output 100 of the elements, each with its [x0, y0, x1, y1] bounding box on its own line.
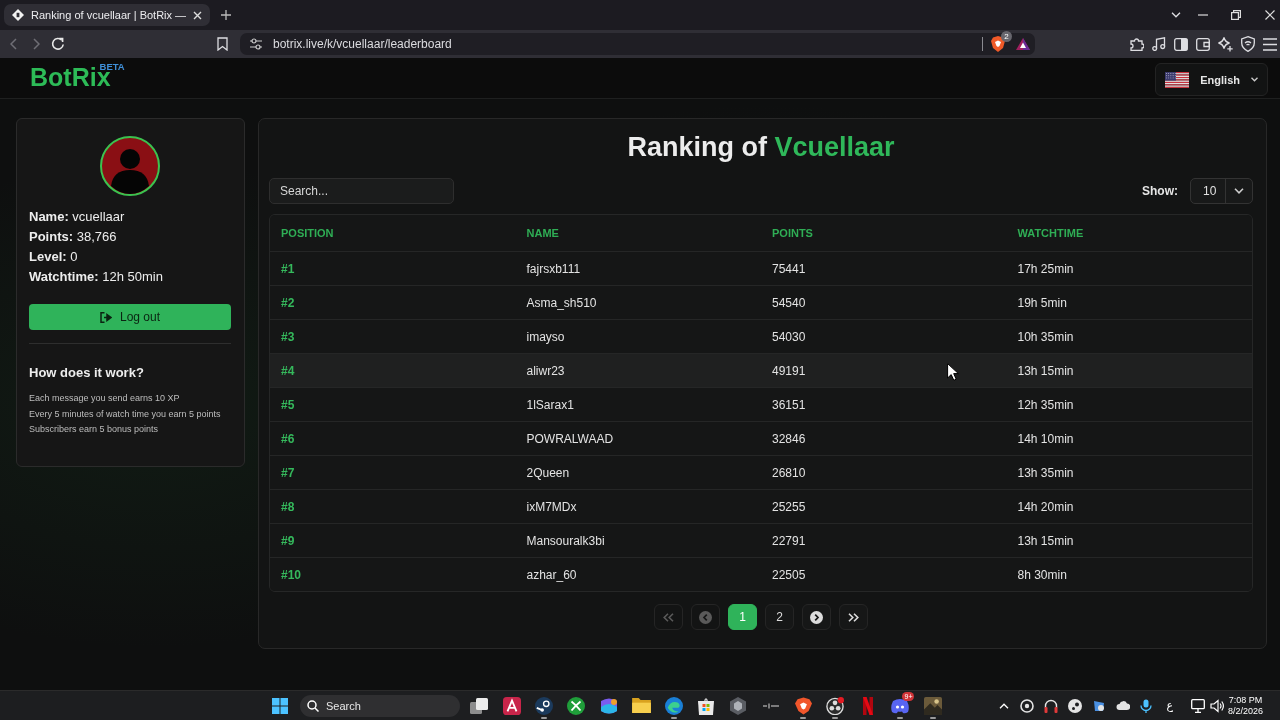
- page-title: Ranking of Vcuellaar: [626, 132, 896, 162]
- rows-per-page-select[interactable]: 10: [1190, 178, 1253, 204]
- chevron-down-icon[interactable]: [1171, 12, 1181, 18]
- app-icon: [890, 697, 911, 714]
- rank-cell-text: #2: [280, 294, 295, 311]
- app-icon: [923, 696, 942, 715]
- address-field[interactable]: botrix.live/k/vcuellaar/leaderboard 2: [240, 33, 1035, 55]
- circle-chevron-left-icon: [699, 610, 712, 624]
- table-cell-text: POWRALWAAD: [525, 430, 614, 447]
- help-text: Each message you send earns 10 XP: [29, 392, 181, 405]
- search-field[interactable]: Search...: [269, 178, 454, 204]
- table-cell-text: 22791: [771, 532, 806, 549]
- clock-time[interactable]: 7:08 PM: [1228, 694, 1263, 706]
- new-tab-icon[interactable]: [221, 10, 232, 20]
- forward-icon[interactable]: [33, 38, 40, 50]
- table-cell-text: 13h 15min: [1016, 532, 1074, 549]
- rank-cell-text: #4: [280, 362, 295, 379]
- table-cell-text: 14h 10min: [1016, 430, 1074, 447]
- table-cell-text: 75441: [771, 260, 806, 277]
- app-icon[interactable]: [1068, 698, 1083, 713]
- sidebar-icon[interactable]: [1174, 37, 1188, 51]
- profile-detail: Level: 0: [29, 248, 79, 266]
- table-cell-text: azhar_60: [525, 566, 577, 583]
- clock-date[interactable]: 8/2/2026: [1227, 705, 1263, 717]
- task-view-icon: [470, 697, 489, 714]
- help-heading: How does it work?: [29, 364, 145, 382]
- double-chevron-right-icon: [848, 612, 859, 622]
- circle-chevron-right-icon: [810, 610, 823, 624]
- app-icon: [826, 696, 845, 715]
- cloud-icon[interactable]: [1116, 701, 1131, 710]
- page-button[interactable]: 2: [765, 604, 794, 630]
- sliders-icon[interactable]: [250, 38, 262, 50]
- column-header[interactable]: POSITION: [270, 225, 334, 241]
- wallet-icon[interactable]: [1196, 37, 1210, 51]
- speaker-icon[interactable]: [1209, 698, 1225, 713]
- restore-icon[interactable]: [1231, 10, 1241, 20]
- start-icon[interactable]: [272, 697, 288, 714]
- triangle-icon[interactable]: [1016, 38, 1030, 50]
- search-field[interactable]: Search: [300, 694, 460, 717]
- double-chevron-left-icon: [663, 612, 674, 622]
- rank-cell-text: #3: [280, 328, 295, 345]
- rank-cell-text: #1: [280, 260, 295, 277]
- language-selector[interactable]: English: [1155, 63, 1268, 96]
- music-note-icon[interactable]: [1152, 37, 1166, 51]
- last-page-button[interactable]: [839, 604, 868, 630]
- close-icon[interactable]: [1265, 10, 1275, 20]
- network-icon[interactable]: [1190, 698, 1205, 713]
- ring-icon[interactable]: [1020, 698, 1035, 713]
- table-cell-text: 14h 20min: [1016, 498, 1074, 515]
- mouse-pointer-icon: [947, 363, 959, 381]
- browser-tab[interactable]: Ranking of vcuellaar | BotRix —: [4, 4, 211, 26]
- rank-cell-text: #5: [280, 396, 295, 413]
- app-icon: [502, 696, 521, 715]
- bookmark-icon[interactable]: [217, 37, 228, 51]
- table-cell-text: 12h 35min: [1016, 396, 1074, 413]
- avatar-silhouette: [100, 136, 160, 196]
- table-cell-text: 13h 35min: [1016, 464, 1074, 481]
- table-cell-text: 10h 35min: [1016, 328, 1074, 345]
- rank-cell-text: #7: [280, 464, 295, 481]
- rank-cell-text: #9: [280, 532, 295, 549]
- column-header[interactable]: POINTS: [761, 225, 813, 241]
- profile-detail: Watchtime: 12h 50min: [29, 268, 164, 286]
- sparkle-icon[interactable]: [1218, 36, 1233, 52]
- shopping-bag-icon: [697, 696, 714, 715]
- close-icon[interactable]: [193, 10, 203, 20]
- microphone-icon[interactable]: [1140, 698, 1153, 713]
- next-page-button[interactable]: [802, 604, 831, 630]
- app-icon[interactable]: [1092, 698, 1107, 713]
- table-cell-text: 36151: [771, 396, 806, 413]
- show-label: Show:: [1142, 184, 1178, 198]
- reload-icon[interactable]: [51, 37, 65, 51]
- puzzle-icon[interactable]: [1130, 37, 1144, 51]
- hexagon-icon: [730, 696, 747, 715]
- flag-icon: [1165, 71, 1190, 88]
- app-icon: [534, 696, 553, 715]
- column-header[interactable]: NAME: [515, 225, 559, 241]
- column-header[interactable]: WATCHTIME: [1006, 225, 1084, 241]
- chevron-up-icon[interactable]: [999, 702, 1010, 709]
- keyboard-layout-label[interactable]: ع: [1166, 699, 1173, 712]
- app-icon: [862, 696, 873, 715]
- rank-cell-text: #8: [280, 498, 295, 515]
- table-cell-text: 54540: [771, 294, 806, 311]
- table-cell-text: 22505: [771, 566, 806, 583]
- table-cell-text: 19h 5min: [1016, 294, 1067, 311]
- menu-icon[interactable]: [1263, 37, 1277, 51]
- back-icon[interactable]: [10, 38, 17, 50]
- table-cell-text: 54030: [771, 328, 806, 345]
- logout-button[interactable]: Log out: [29, 304, 231, 330]
- chevron-down-icon: [1234, 188, 1244, 194]
- help-text: Subscribers earn 5 bonus points: [29, 423, 160, 436]
- table-cell-text: fajrsxb111: [525, 260, 581, 277]
- table-cell-text: Mansouralk3bi: [525, 532, 605, 549]
- count-badge: 2: [1001, 31, 1012, 42]
- search-icon: [307, 699, 319, 712]
- help-text: Every 5 minutes of watch time you earn 5 points: [29, 407, 222, 421]
- table-cell-text: 26810: [771, 464, 806, 481]
- shield-icon[interactable]: [1241, 36, 1255, 52]
- lion-shield-icon[interactable]: [991, 36, 1005, 52]
- profile-detail: Name: vcuellaar: [29, 208, 126, 226]
- headset-icon[interactable]: [1044, 698, 1059, 713]
